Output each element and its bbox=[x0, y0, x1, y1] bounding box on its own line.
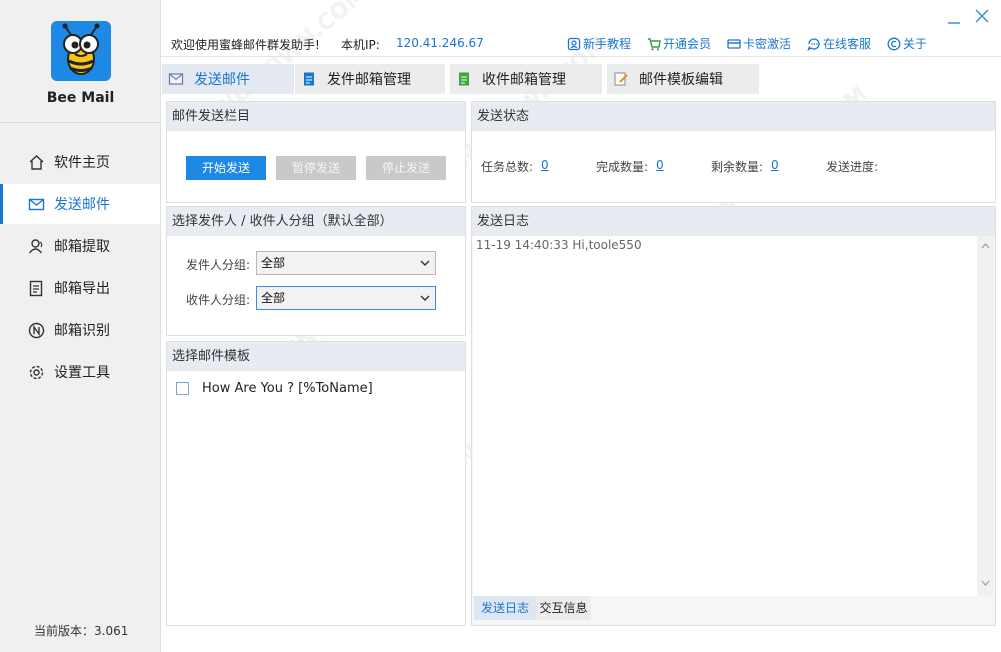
receiver-group-label: 收件人分组: bbox=[186, 293, 251, 307]
sidebar-item-extract[interactable]: 邮箱提取 bbox=[0, 226, 160, 266]
support-link[interactable]: 在线客服 bbox=[807, 35, 871, 52]
sidebar: Bee Mail 软件主页 发送邮件 邮箱提取 邮箱导出 邮箱识别 设置工具 当… bbox=[0, 0, 161, 652]
app-name: Bee Mail bbox=[46, 90, 115, 106]
home-icon bbox=[29, 154, 44, 170]
tab-sender-mailbox[interactable]: 发件邮箱管理 bbox=[295, 64, 445, 94]
document-green-icon bbox=[459, 72, 469, 86]
sidebar-item-home[interactable]: 软件主页 bbox=[0, 142, 160, 182]
receiver-group-select[interactable]: 全部 bbox=[256, 286, 436, 310]
stop-send-button[interactable]: 停止发送 bbox=[366, 156, 446, 180]
tutorial-label: 新手教程 bbox=[583, 37, 632, 51]
template-checkbox[interactable] bbox=[176, 382, 189, 395]
close-icon bbox=[975, 9, 989, 23]
card-icon bbox=[727, 38, 741, 49]
ip-label: 本机IP: bbox=[341, 38, 380, 52]
chevron-down-icon bbox=[420, 295, 430, 301]
identify-icon bbox=[28, 322, 45, 338]
edit-icon bbox=[614, 72, 628, 86]
tab-interaction-info[interactable]: 交互信息 bbox=[536, 596, 591, 620]
done-label: 完成数量: bbox=[596, 160, 649, 174]
log-textarea[interactable] bbox=[473, 236, 977, 596]
document-blue-icon bbox=[304, 72, 314, 86]
about-label: 关于 bbox=[903, 37, 928, 51]
total-label: 任务总数: bbox=[481, 160, 534, 174]
done-value[interactable]: 0 bbox=[656, 158, 664, 172]
sender-group-select[interactable]: 全部 bbox=[256, 251, 436, 275]
sidebar-item-label: 邮箱提取 bbox=[54, 239, 110, 255]
ip-value: 120.41.246.67 bbox=[396, 36, 484, 50]
remaining-value[interactable]: 0 bbox=[771, 158, 779, 172]
membership-link[interactable]: 开通会员 bbox=[647, 35, 711, 52]
tab-label: 发送邮件 bbox=[194, 72, 250, 88]
export-icon bbox=[29, 280, 43, 296]
tab-send-log[interactable]: 发送日志 bbox=[474, 596, 536, 620]
pause-send-button[interactable]: 暂停发送 bbox=[276, 156, 356, 180]
remaining-label: 剩余数量: bbox=[711, 160, 764, 174]
template-item-label[interactable]: How Are You ? [%ToName] bbox=[202, 381, 373, 396]
tab-template-edit[interactable]: 邮件模板编辑 bbox=[607, 64, 759, 94]
minimize-button[interactable] bbox=[944, 6, 964, 26]
membership-label: 开通会员 bbox=[663, 37, 712, 51]
activate-card-label: 卡密激活 bbox=[743, 37, 792, 51]
send-panel-title: 邮件发送栏目 bbox=[167, 102, 465, 131]
sidebar-item-send-mail[interactable]: 发送邮件 bbox=[0, 184, 160, 224]
cart-icon bbox=[648, 37, 661, 50]
tab-label: 邮件模板编辑 bbox=[639, 72, 723, 88]
chevron-down-icon bbox=[420, 260, 430, 266]
log-line: 11-19 14:40:33 Hi,toole550 bbox=[476, 238, 642, 252]
status-panel: 发送状态 bbox=[471, 101, 996, 203]
tab-receiver-mailbox[interactable]: 收件邮箱管理 bbox=[450, 64, 602, 94]
scroll-arrows-icon bbox=[981, 243, 990, 586]
total-value[interactable]: 0 bbox=[541, 158, 549, 172]
send-panel: 邮件发送栏目 bbox=[166, 101, 466, 203]
sidebar-divider bbox=[0, 122, 161, 123]
sender-group-value: 全部 bbox=[261, 256, 286, 270]
sidebar-item-settings[interactable]: 设置工具 bbox=[0, 352, 160, 392]
mail-icon bbox=[28, 198, 45, 210]
tutorial-icon bbox=[567, 37, 581, 50]
sidebar-item-label: 邮箱导出 bbox=[54, 281, 110, 297]
gear-icon bbox=[29, 365, 44, 379]
tab-send-mail[interactable]: 发送邮件 bbox=[162, 64, 294, 94]
user-icon bbox=[28, 238, 43, 253]
activate-card-link[interactable]: 卡密激活 bbox=[727, 35, 791, 52]
welcome-text: 欢迎使用蜜蜂邮件群发助手! bbox=[171, 38, 320, 52]
close-button[interactable] bbox=[972, 6, 992, 26]
tab-label: 发件邮箱管理 bbox=[327, 72, 411, 88]
support-label: 在线客服 bbox=[823, 37, 872, 51]
sidebar-item-label: 邮箱识别 bbox=[54, 323, 110, 339]
header-divider bbox=[161, 56, 1001, 57]
version-label: 当前版本：3.061 bbox=[34, 624, 129, 638]
tab-label: 收件邮箱管理 bbox=[482, 72, 566, 88]
log-panel-title: 发送日志 bbox=[472, 207, 995, 236]
sidebar-item-identify[interactable]: 邮箱识别 bbox=[0, 310, 160, 350]
sidebar-item-export[interactable]: 邮箱导出 bbox=[0, 268, 160, 308]
minimize-icon bbox=[948, 22, 960, 24]
sidebar-item-label: 软件主页 bbox=[54, 155, 110, 171]
mail-tab-icon bbox=[168, 73, 184, 85]
sidebar-item-label: 设置工具 bbox=[54, 365, 110, 381]
sender-group-label: 发件人分组: bbox=[186, 258, 251, 272]
log-scrollbar[interactable] bbox=[977, 236, 994, 596]
sidebar-item-label: 发送邮件 bbox=[54, 197, 110, 213]
tutorial-link[interactable]: 新手教程 bbox=[567, 35, 631, 52]
progress-label: 发送进度: bbox=[826, 160, 879, 174]
group-panel-title: 选择发件人 / 收件人分组（默认全部） bbox=[167, 207, 465, 236]
copyright-icon bbox=[887, 37, 901, 50]
receiver-group-value: 全部 bbox=[261, 291, 286, 305]
template-panel-title: 选择邮件模板 bbox=[167, 342, 465, 371]
chat-icon bbox=[807, 37, 820, 51]
status-panel-title: 发送状态 bbox=[472, 102, 995, 131]
about-link[interactable]: 关于 bbox=[887, 35, 927, 52]
bee-logo-icon bbox=[51, 21, 111, 81]
start-send-button[interactable]: 开始发送 bbox=[186, 156, 266, 180]
